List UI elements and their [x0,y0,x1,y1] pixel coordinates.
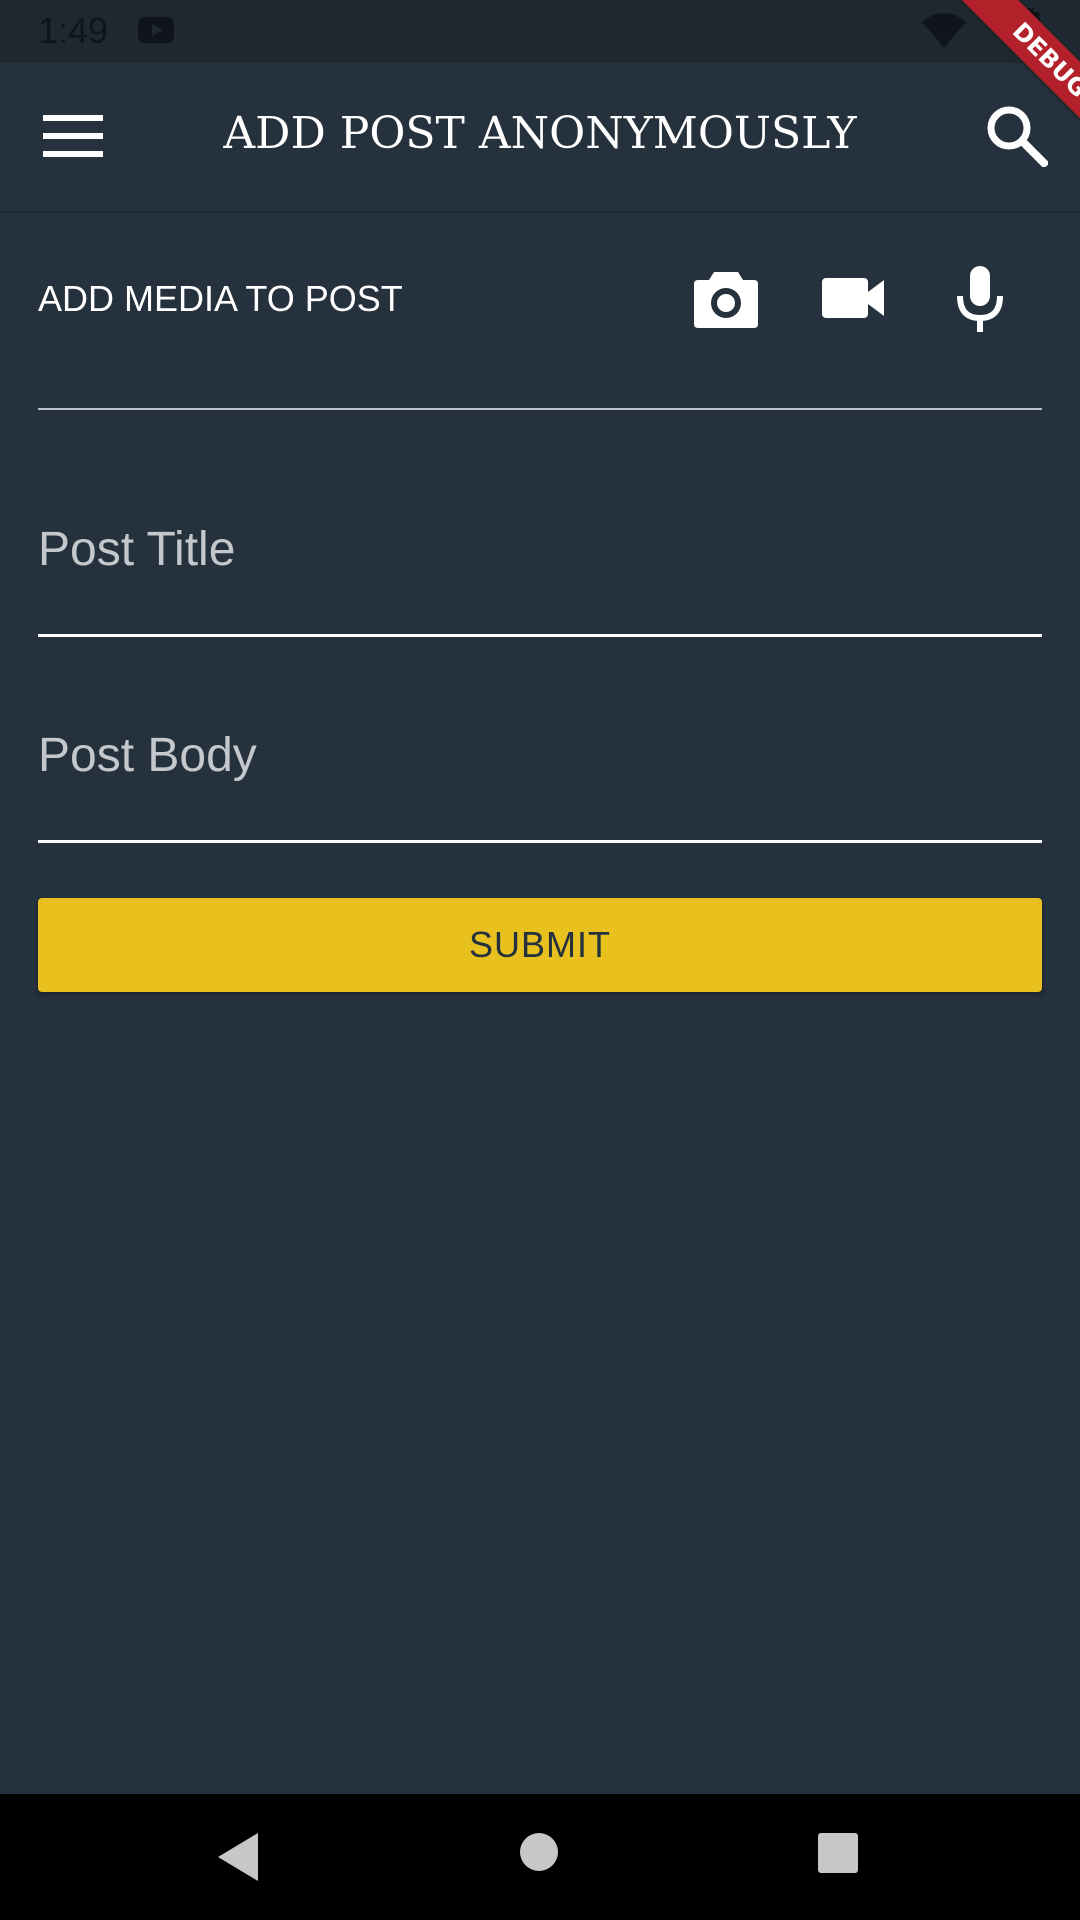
post-title-placeholder: Post Title [38,523,236,576]
post-title-field[interactable]: Post Title [38,510,1042,640]
camera-icon[interactable] [690,262,762,334]
add-media-label: ADD MEDIA TO POST [38,278,403,319]
media-divider [38,408,1042,410]
post-title-underline [38,634,1042,637]
debug-banner-container: DEBUG [900,0,1080,180]
post-body-placeholder: Post Body [38,729,257,782]
mic-icon[interactable] [944,262,1016,334]
back-icon[interactable] [218,1833,258,1881]
post-body-underline [38,840,1042,843]
youtube-icon [138,17,174,43]
recents-icon[interactable] [818,1833,858,1873]
post-body-field[interactable]: Post Body [38,716,1042,846]
video-icon[interactable] [818,262,890,334]
debug-banner: DEBUG [943,0,1080,167]
navigation-bar [0,1794,1080,1920]
submit-button[interactable]: SUBMIT [38,898,1042,992]
status-time: 1:49 [38,10,109,51]
home-icon[interactable] [520,1833,558,1871]
